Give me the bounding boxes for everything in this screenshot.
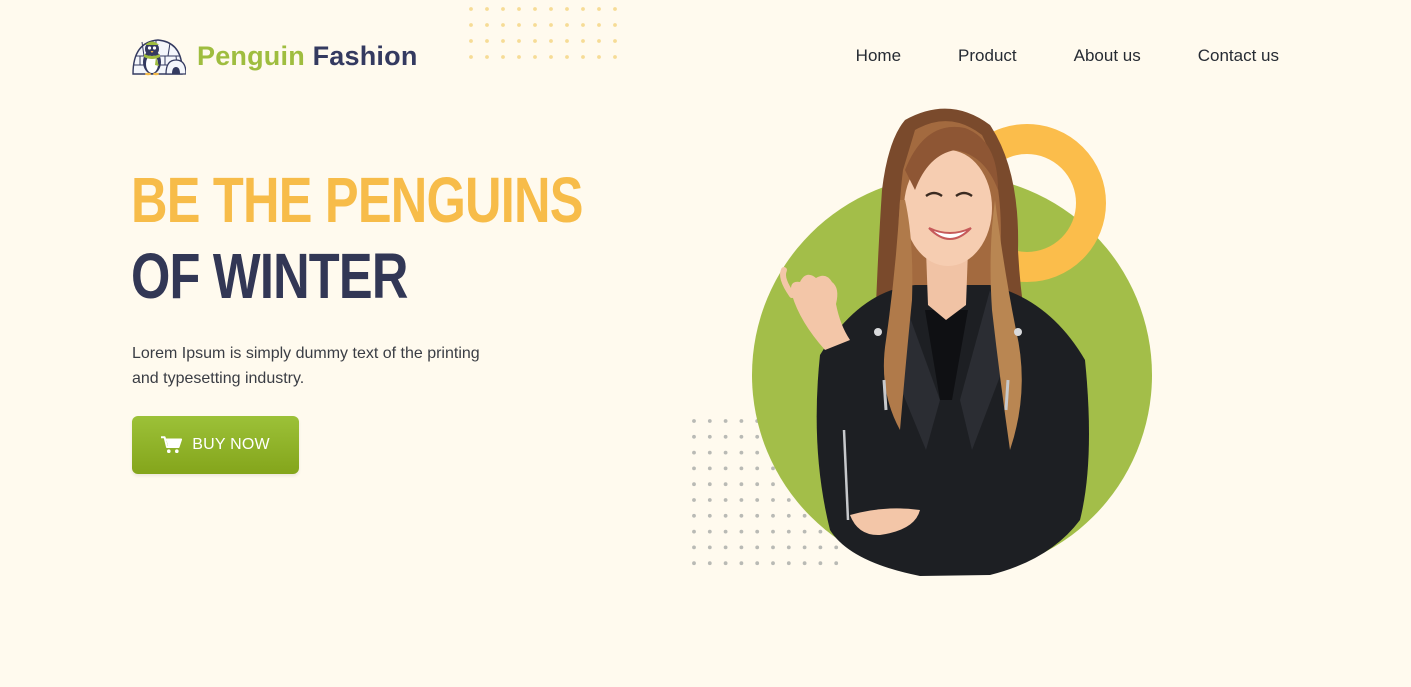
- decorative-dot: [692, 466, 696, 471]
- decorative-dot: [613, 55, 617, 59]
- decorative-dot: [501, 7, 505, 11]
- decorative-dot: [485, 39, 489, 43]
- decorative-dot: [692, 434, 696, 439]
- decorative-dot: [549, 39, 553, 43]
- decorative-dot: [613, 39, 617, 43]
- brand-name: Penguin Fashion: [197, 40, 418, 71]
- decorative-dot: [565, 7, 569, 11]
- nav-about-us[interactable]: About us: [1074, 45, 1141, 67]
- nav-product[interactable]: Product: [958, 45, 1017, 67]
- decorative-dot: [692, 482, 696, 487]
- decorative-dot: [549, 23, 553, 27]
- decorative-dot: [533, 55, 537, 59]
- decorative-dot: [581, 23, 585, 27]
- decorative-dot: [517, 39, 521, 43]
- decorative-dot: [485, 7, 489, 11]
- decorative-dot: [533, 39, 537, 43]
- decorative-dot: [469, 55, 473, 59]
- decorative-dot: [501, 55, 505, 59]
- model-photo: [780, 108, 1089, 576]
- decorative-dot: [692, 498, 696, 502]
- cart-icon: [161, 436, 183, 454]
- decorative-dot: [469, 39, 473, 43]
- decorative-dot: [501, 39, 505, 43]
- decorative-dot: [565, 23, 569, 27]
- decorative-dot: [485, 55, 489, 59]
- decorative-dot: [613, 23, 617, 27]
- decorative-dot: [692, 450, 696, 455]
- decorative-dot: [565, 39, 569, 43]
- decorative-dot: [581, 39, 585, 43]
- decorative-dot: [581, 55, 585, 59]
- decorative-dot: [597, 55, 601, 59]
- decorative-dot: [597, 39, 601, 43]
- brand-name-part2: Fashion: [312, 40, 418, 71]
- decorative-dot: [692, 561, 696, 566]
- decorative-dot: [533, 7, 537, 11]
- buy-now-button[interactable]: BUY NOW: [132, 416, 299, 474]
- main-nav: Home Product About us Contact us: [856, 45, 1279, 67]
- brand-name-part1: Penguin: [197, 40, 305, 71]
- hero-headline: BE THE PENGUINS OF WINTER: [131, 168, 703, 320]
- penguin-igloo-logo-icon: [132, 36, 187, 76]
- hero-headline-line2: OF WINTER: [131, 240, 408, 312]
- decorative-dot: [597, 7, 601, 11]
- decorative-dot: [692, 419, 696, 423]
- decorative-dot: [565, 55, 569, 59]
- decorative-dot: [469, 7, 473, 11]
- nav-contact-us[interactable]: Contact us: [1198, 45, 1279, 67]
- decorative-dot: [469, 23, 473, 27]
- decorative-dot: [485, 23, 489, 27]
- decorative-dot: [581, 7, 585, 11]
- brand-logo[interactable]: Penguin Fashion: [132, 36, 418, 76]
- decorative-dot: [517, 7, 521, 11]
- decorative-dot: [613, 7, 617, 11]
- decorative-dot: [533, 23, 537, 27]
- decorative-dot: [517, 23, 521, 27]
- decorative-dot: [549, 7, 553, 11]
- decorative-dot: [549, 55, 553, 59]
- nav-home[interactable]: Home: [856, 45, 901, 67]
- decorative-dot: [501, 23, 505, 27]
- landing-page: Penguin Fashion Home Product About us Co…: [0, 0, 1411, 687]
- buy-now-label: BUY NOW: [192, 436, 270, 453]
- decorative-dots-top: [469, 7, 617, 59]
- decorative-dot: [692, 529, 696, 534]
- hero-headline-line1: BE THE PENGUINS: [131, 164, 583, 236]
- decorative-dot: [597, 23, 601, 27]
- hero-description: Lorem Ipsum is simply dummy text of the …: [132, 345, 480, 387]
- hero-image: [752, 108, 1152, 576]
- decorative-dot: [692, 545, 696, 550]
- decorative-dot: [517, 55, 521, 59]
- decorative-dot: [692, 513, 696, 518]
